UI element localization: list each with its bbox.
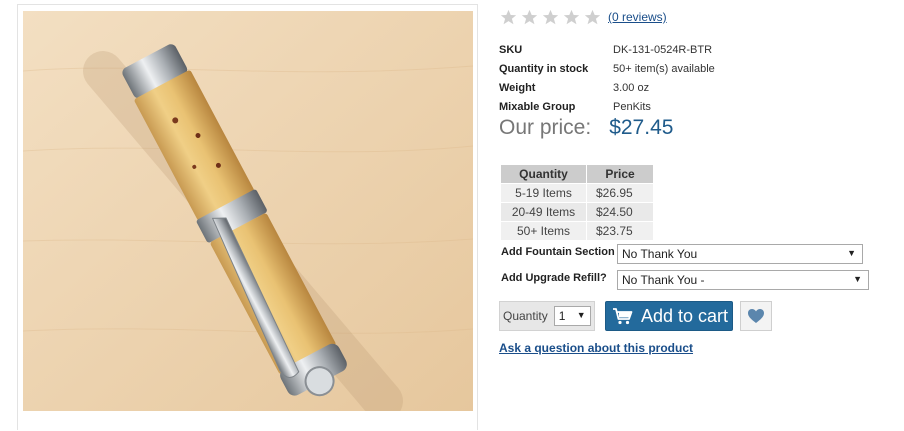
price-label: Our price: (499, 116, 592, 139)
heart-icon (748, 309, 764, 323)
spec-label: Mixable Group (499, 100, 576, 113)
star-icon (563, 9, 580, 24)
star-icon (521, 9, 538, 24)
fountain-section-select[interactable]: No Thank You ▼ (617, 244, 863, 264)
add-to-cart-label: Add to cart (641, 305, 729, 326)
spec-label: SKU (499, 43, 523, 56)
price-value: $27.45 (609, 116, 674, 139)
product-image[interactable] (23, 11, 473, 411)
chevron-down-icon: ▼ (847, 248, 856, 258)
cart-icon (613, 308, 633, 325)
fountain-section-label: Add Fountain Section? (501, 246, 615, 258)
column-header-quantity: Quantity (500, 164, 587, 184)
table-row: 20-49 Items $24.50 (500, 202, 654, 222)
quantity-box: Quantity 1 ▼ (499, 301, 595, 331)
table-row: 5-19 Items $26.95 (500, 183, 654, 203)
spec-value: PenKits (613, 100, 651, 113)
tier-quantity: 20-49 Items (500, 202, 587, 222)
wishlist-button[interactable] (740, 301, 772, 331)
star-icon (584, 9, 601, 24)
quantity-label: Quantity (503, 309, 548, 323)
quantity-select[interactable]: 1 ▼ (553, 306, 591, 326)
spec-row-sku: SKU DK-131-0524R-BTR (499, 40, 715, 59)
column-header-price: Price (586, 164, 654, 184)
star-icon (542, 9, 559, 24)
chevron-down-icon: ▼ (576, 310, 586, 320)
ask-question-link[interactable]: Ask a question about this product (499, 341, 693, 355)
spec-value: DK-131-0524R-BTR (613, 43, 713, 56)
table-row: 50+ Items $23.75 (500, 221, 654, 241)
spec-value: 3.00 oz (613, 81, 650, 94)
price-row: Our price: $27.45 (499, 116, 673, 140)
spec-row-stock: Quantity in stock 50+ item(s) available (499, 59, 715, 78)
spec-value: 50+ item(s) available (613, 62, 715, 75)
tier-quantity: 50+ Items (500, 221, 587, 241)
select-value: No Thank You - (622, 273, 705, 287)
select-value: 1 (558, 309, 566, 323)
tier-pricing-table: Quantity Price 5-19 Items $26.95 20-49 I… (500, 164, 654, 241)
tier-quantity: 5-19 Items (500, 183, 587, 203)
tier-price: $23.75 (586, 221, 654, 241)
spec-row-weight: Weight 3.00 oz (499, 78, 715, 97)
spec-label: Quantity in stock (499, 62, 589, 75)
upgrade-refill-select[interactable]: No Thank You - ▼ (617, 270, 869, 290)
spec-label: Weight (499, 81, 536, 94)
chevron-down-icon: ▼ (853, 274, 862, 284)
tier-price: $26.95 (586, 183, 654, 203)
reviews-link[interactable]: (0 reviews) (608, 10, 667, 24)
rating-stars: (0 reviews) (500, 7, 667, 27)
product-specs: SKU DK-131-0524R-BTR Quantity in stock 5… (499, 40, 715, 116)
upgrade-refill-label: Add Upgrade Refill? (501, 272, 607, 284)
star-icon (500, 9, 517, 24)
tier-price: $24.50 (586, 202, 654, 222)
pen-illustration (23, 11, 473, 411)
spec-row-mixable-group: Mixable Group PenKits (499, 97, 715, 116)
select-value: No Thank You (622, 247, 698, 261)
table-header-row: Quantity Price (500, 164, 654, 184)
add-to-cart-button[interactable]: Add to cart (605, 301, 733, 331)
